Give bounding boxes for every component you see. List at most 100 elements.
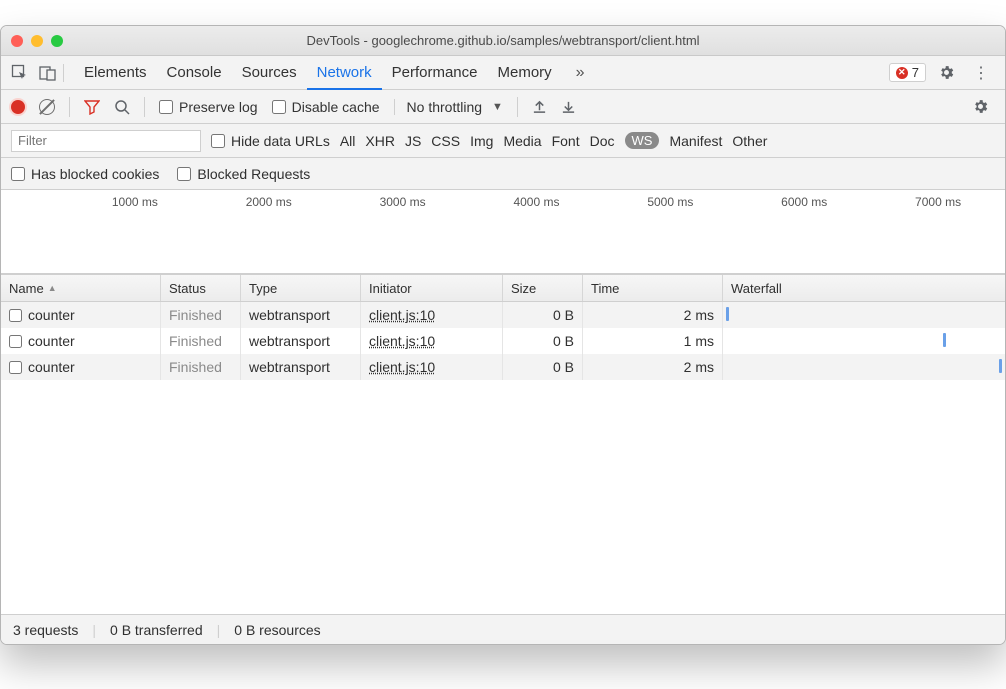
timeline-tick: 1000 ms — [112, 195, 158, 209]
cell-status: Finished — [161, 328, 241, 354]
cell-size: 0 B — [503, 354, 583, 380]
table-row[interactable]: counterFinishedwebtransportclient.js:100… — [1, 354, 1005, 380]
blocked-requests-checkbox[interactable]: Blocked Requests — [177, 166, 310, 182]
col-time[interactable]: Time — [583, 275, 723, 301]
type-filter-xhr[interactable]: XHR — [365, 133, 395, 149]
record-button[interactable] — [11, 100, 25, 114]
device-toolbar-icon[interactable] — [39, 64, 57, 82]
cell-status: Finished — [161, 302, 241, 328]
hide-data-urls-label: Hide data URLs — [231, 133, 330, 149]
cell-waterfall — [723, 328, 1005, 354]
type-filter-js[interactable]: JS — [405, 133, 421, 149]
cell-waterfall — [723, 302, 1005, 328]
hide-data-urls-input[interactable] — [211, 134, 225, 148]
cell-name: counter — [1, 328, 161, 354]
maximize-window-button[interactable] — [51, 35, 63, 47]
type-filter-other[interactable]: Other — [732, 133, 767, 149]
settings-icon[interactable] — [932, 60, 961, 85]
type-filter-all[interactable]: All — [340, 133, 356, 149]
download-har-icon[interactable] — [561, 99, 576, 114]
search-icon[interactable] — [114, 99, 130, 115]
more-tabs-button[interactable]: » — [568, 58, 593, 88]
error-count-badge[interactable]: ✕ 7 — [889, 63, 926, 82]
col-name[interactable]: Name▲ — [1, 275, 161, 301]
disable-cache-input[interactable] — [272, 100, 286, 114]
tab-memory[interactable]: Memory — [488, 57, 562, 89]
timeline-overview[interactable]: 1000 ms2000 ms3000 ms4000 ms5000 ms6000 … — [1, 190, 1005, 274]
cell-initiator[interactable]: client.js:10 — [361, 354, 503, 380]
timeline-tick: 6000 ms — [781, 195, 827, 209]
hide-data-urls-checkbox[interactable]: Hide data URLs — [211, 133, 330, 149]
table-body: counterFinishedwebtransportclient.js:100… — [1, 302, 1005, 614]
row-checkbox[interactable] — [9, 335, 22, 348]
table-row[interactable]: counterFinishedwebtransportclient.js:100… — [1, 328, 1005, 354]
inspect-element-icon[interactable] — [11, 64, 29, 82]
cell-type: webtransport — [241, 302, 361, 328]
traffic-lights — [11, 35, 63, 47]
preserve-log-input[interactable] — [159, 100, 173, 114]
cell-type: webtransport — [241, 354, 361, 380]
has-blocked-cookies-checkbox[interactable]: Has blocked cookies — [11, 166, 159, 182]
cell-initiator[interactable]: client.js:10 — [361, 302, 503, 328]
upload-har-icon[interactable] — [532, 99, 547, 114]
col-waterfall[interactable]: Waterfall — [723, 275, 1005, 301]
tab-performance[interactable]: Performance — [382, 57, 488, 89]
network-settings-icon[interactable] — [966, 94, 995, 119]
row-checkbox[interactable] — [9, 309, 22, 322]
table-row[interactable]: counterFinishedwebtransportclient.js:100… — [1, 302, 1005, 328]
preserve-log-label: Preserve log — [179, 99, 258, 115]
timeline-tick: 7000 ms — [915, 195, 961, 209]
type-filter-manifest[interactable]: Manifest — [669, 133, 722, 149]
type-filter-img[interactable]: Img — [470, 133, 493, 149]
has-blocked-cookies-label: Has blocked cookies — [31, 166, 159, 182]
type-filter-media[interactable]: Media — [503, 133, 541, 149]
type-filter-css[interactable]: CSS — [431, 133, 460, 149]
cell-size: 0 B — [503, 302, 583, 328]
tab-sources[interactable]: Sources — [232, 57, 307, 89]
sort-asc-icon: ▲ — [48, 283, 57, 293]
preserve-log-checkbox[interactable]: Preserve log — [159, 99, 258, 115]
timeline-tick: 3000 ms — [380, 195, 426, 209]
col-type[interactable]: Type — [241, 275, 361, 301]
filter-bar-2: Has blocked cookies Blocked Requests — [1, 158, 1005, 190]
row-checkbox[interactable] — [9, 361, 22, 374]
col-initiator[interactable]: Initiator — [361, 275, 503, 301]
blocked-requests-label: Blocked Requests — [197, 166, 310, 182]
timeline-tick: 5000 ms — [647, 195, 693, 209]
error-icon: ✕ — [896, 67, 908, 79]
requests-table: Name▲ Status Type Initiator Size Time Wa… — [1, 274, 1005, 614]
cell-name: counter — [1, 354, 161, 380]
throttling-select[interactable]: No throttling ▼ — [394, 99, 503, 115]
cell-initiator[interactable]: client.js:10 — [361, 328, 503, 354]
clear-button[interactable] — [39, 99, 55, 115]
throttling-value: No throttling — [407, 99, 482, 115]
cell-status: Finished — [161, 354, 241, 380]
chevron-down-icon: ▼ — [492, 101, 503, 113]
col-size[interactable]: Size — [503, 275, 583, 301]
tab-network[interactable]: Network — [307, 57, 382, 90]
window-title: DevTools - googlechrome.github.io/sample… — [1, 33, 1005, 48]
disable-cache-label: Disable cache — [292, 99, 380, 115]
type-filter-font[interactable]: Font — [552, 133, 580, 149]
table-header: Name▲ Status Type Initiator Size Time Wa… — [1, 274, 1005, 302]
filter-bar: Hide data URLs All XHR JS CSS Img Media Font Do… — [1, 124, 1005, 158]
devtools-window: DevTools - googlechrome.github.io/sample… — [0, 25, 1006, 645]
type-filter-doc[interactable]: Doc — [590, 133, 615, 149]
close-window-button[interactable] — [11, 35, 23, 47]
cell-type: webtransport — [241, 328, 361, 354]
type-filter-ws[interactable]: WS — [625, 132, 660, 149]
filter-icon[interactable] — [84, 99, 100, 115]
titlebar: DevTools - googlechrome.github.io/sample… — [1, 26, 1005, 56]
disable-cache-checkbox[interactable]: Disable cache — [272, 99, 380, 115]
timeline-tick: 2000 ms — [246, 195, 292, 209]
filter-input[interactable] — [11, 130, 201, 152]
kebab-menu-icon[interactable]: ⋮ — [967, 59, 995, 87]
blocked-requests-input[interactable] — [177, 167, 191, 181]
tab-elements[interactable]: Elements — [74, 57, 157, 89]
has-blocked-cookies-input[interactable] — [11, 167, 25, 181]
status-requests: 3 requests — [13, 622, 78, 638]
col-status[interactable]: Status — [161, 275, 241, 301]
tab-console[interactable]: Console — [157, 57, 232, 89]
status-transferred: 0 B transferred — [110, 622, 203, 638]
minimize-window-button[interactable] — [31, 35, 43, 47]
